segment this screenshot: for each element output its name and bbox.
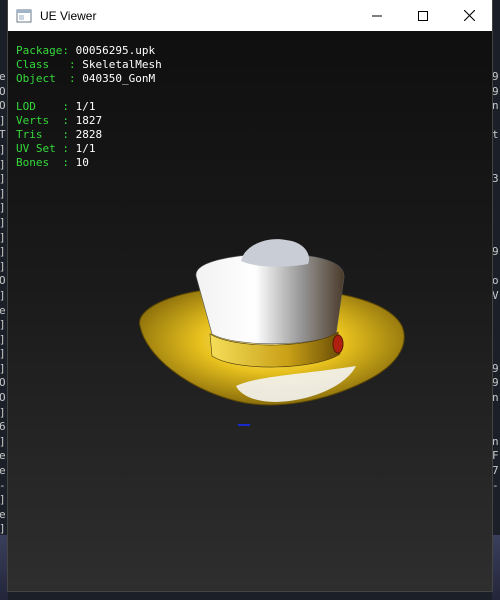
- verts-row: Verts : 1827: [16, 114, 162, 128]
- maximize-icon: [418, 10, 428, 21]
- package-label: Package:: [16, 44, 76, 57]
- desktop-strip-left: [0, 535, 8, 600]
- tris-value: 2828: [75, 128, 103, 141]
- background-console-right: 9 9 n t 3 9 o V 9 9 n n F 7 -: [492, 70, 499, 492]
- lod-row: LOD : 1/1: [16, 100, 162, 114]
- mesh-artifact: [238, 424, 250, 426]
- bones-row: Bones : 10: [16, 156, 162, 170]
- tris-row: Tris : 2828: [16, 128, 162, 142]
- class-value: SkeletalMesh: [82, 58, 162, 71]
- verts-value: 1827: [75, 114, 103, 127]
- uvset-row: UV Set : 1/1: [16, 142, 162, 156]
- tris-label: Tris :: [16, 128, 76, 141]
- 3d-viewport[interactable]: Package: 00056295.upk Class : SkeletalMe…: [8, 31, 492, 591]
- close-icon: [463, 10, 475, 21]
- object-value: 040350_GonM: [82, 72, 156, 85]
- bones-value: 10: [75, 156, 89, 169]
- object-row: Object : 040350_GonM: [16, 72, 162, 86]
- class-label: Class :: [16, 58, 83, 71]
- verts-label: Verts :: [16, 114, 76, 127]
- hat-crown: [195, 253, 345, 345]
- minimize-icon: [372, 15, 382, 16]
- maximize-button[interactable]: [400, 0, 446, 31]
- ue-viewer-window: UE Viewer Package: 00056295.upk Class : …: [8, 0, 492, 591]
- window-controls: [354, 0, 492, 31]
- package-row: Package: 00056295.upk: [16, 44, 162, 58]
- desktop-strip-right: [492, 535, 500, 600]
- uvset-value: 1/1: [75, 142, 96, 155]
- close-button[interactable]: [446, 0, 492, 31]
- lod-value: 1/1: [75, 100, 96, 113]
- uvset-label: UV Set :: [16, 142, 76, 155]
- title-bar[interactable]: UE Viewer: [8, 0, 492, 31]
- app-window-icon: [16, 9, 32, 22]
- object-label: Object :: [16, 72, 83, 85]
- package-value: 00056295.upk: [75, 44, 156, 57]
- hat-mesh-render[interactable]: [126, 216, 416, 426]
- bones-label: Bones :: [16, 156, 76, 169]
- minimize-button[interactable]: [354, 0, 400, 31]
- mesh-info-overlay: Package: 00056295.upk Class : SkeletalMe…: [16, 44, 162, 170]
- lod-label: LOD :: [16, 100, 76, 113]
- hat-gem: [332, 334, 344, 354]
- hat-fur-top: [241, 239, 310, 267]
- class-row: Class : SkeletalMesh: [16, 58, 162, 72]
- window-title: UE Viewer: [40, 8, 97, 23]
